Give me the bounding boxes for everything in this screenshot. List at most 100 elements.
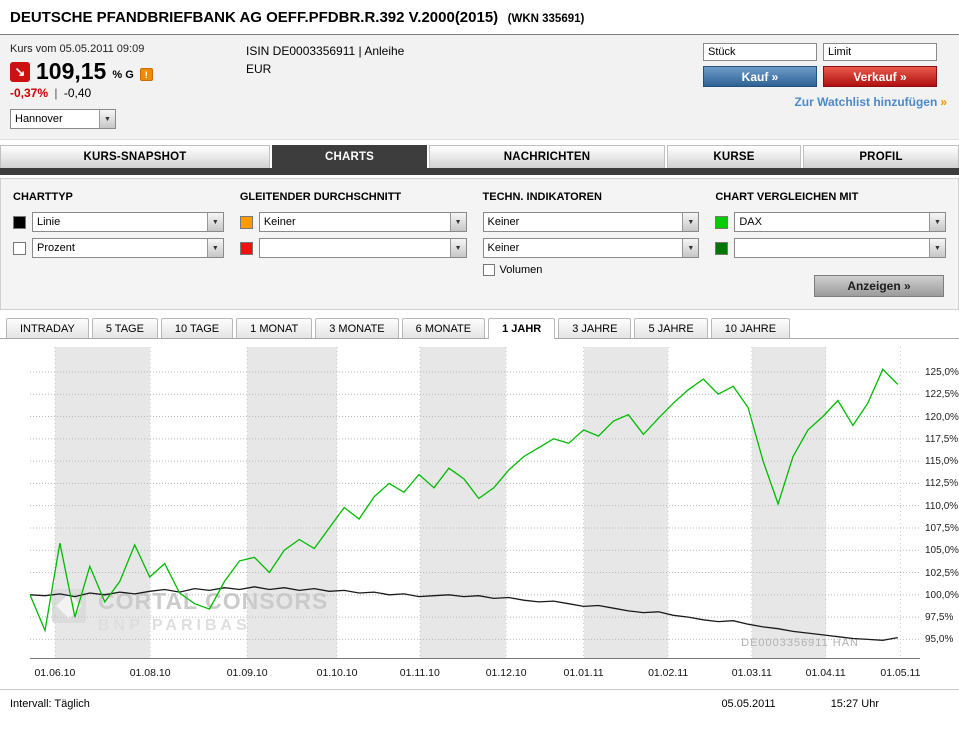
quote-timestamp: Kurs vom 05.05.2011 09:09 — [10, 43, 228, 55]
period-tab-5-tage[interactable]: 5 TAGE — [92, 318, 158, 338]
section-title-charttyp: CHARTTYP — [13, 191, 224, 203]
chevron-down-icon: ▼ — [207, 213, 223, 231]
isin-line: ISIN DE0003356911 | Anleihe — [246, 44, 404, 58]
tab-charts[interactable]: CHARTS — [272, 145, 427, 168]
page-title: DEUTSCHE PFANDBRIEFBANK AG OEFF.PFDBR.R.… — [10, 9, 498, 26]
active-tab-underline — [0, 168, 959, 175]
watchlist-row: Zur Watchlist hinzufügen» — [703, 95, 947, 109]
chevron-down-icon: ▼ — [682, 239, 698, 257]
y-axis-label: 107,5% — [925, 523, 959, 534]
chart-controls-panel: CHARTTYP Linie ▼ Prozent ▼ GLEITENDER DU… — [0, 178, 959, 310]
interval-label: Intervall: Täglich — [10, 698, 90, 710]
main-tab-bar: KURS-SNAPSHOT CHARTS NACHRICHTEN KURSE P… — [0, 145, 959, 168]
color-swatch-black — [13, 216, 26, 229]
y-axis-label: 125,0% — [925, 367, 959, 378]
quote-mid: ISIN DE0003356911 | Anleihe EUR — [246, 43, 404, 129]
price-unit: % G — [112, 69, 133, 83]
price-value: 109,15 — [36, 60, 106, 83]
indikatoren-select-2[interactable]: Keiner ▼ — [483, 238, 700, 258]
page-header: DEUTSCHE PFANDBRIEFBANK AG OEFF.PFDBR.R.… — [0, 0, 959, 35]
tab-kurs-snapshot[interactable]: KURS-SNAPSHOT — [0, 145, 270, 168]
charttyp-select-1[interactable]: Linie ▼ — [32, 212, 224, 232]
color-swatch-orange — [240, 216, 253, 229]
charttyp-row-1: Linie ▼ — [13, 212, 224, 232]
y-axis-label: 100,0% — [925, 590, 959, 601]
section-title-indikatoren: TECHN. INDIKATOREN — [483, 191, 700, 203]
indikatoren-select-2-value: Keiner — [484, 242, 683, 254]
volumen-row: Volumen — [483, 264, 700, 276]
x-axis-label: 01.12.10 — [486, 667, 527, 679]
chevron-down-icon: ▼ — [450, 213, 466, 231]
footer-time: 15:27 Uhr — [831, 698, 879, 710]
color-swatch-darkgreen — [715, 242, 728, 255]
x-axis-label: 01.09.10 — [227, 667, 268, 679]
gleitender-select-2[interactable]: ▼ — [259, 238, 467, 258]
price-row: ↘ 109,15 % G ! — [10, 60, 228, 83]
section-title-vergleich: CHART VERGLEICHEN MIT — [715, 191, 946, 203]
period-tab-10-tage[interactable]: 10 TAGE — [161, 318, 233, 338]
tab-nachrichten[interactable]: NACHRICHTEN — [429, 145, 665, 168]
currency-label: EUR — [246, 62, 404, 76]
vergleich-select-2[interactable]: ▼ — [734, 238, 946, 258]
x-axis-label: 01.04.11 — [806, 667, 846, 679]
indikatoren-select-1[interactable]: Keiner ▼ — [483, 212, 700, 232]
charttyp-select-2[interactable]: Prozent ▼ — [32, 238, 224, 258]
vergleich-select-1-value: DAX — [735, 216, 929, 228]
page-title-wkn: (WKN 335691) — [508, 13, 585, 25]
period-tab-3-monate[interactable]: 3 MONATE — [315, 318, 398, 338]
volumen-checkbox[interactable] — [483, 264, 495, 276]
gleitender-column: GLEITENDER DURCHSCHNITT Keiner ▼ ▼ — [240, 191, 467, 295]
chevron-down-icon: ▼ — [99, 110, 115, 128]
x-axis-label: 01.03.11 — [732, 667, 772, 679]
color-swatch-green — [715, 216, 728, 229]
period-tab-1-jahr[interactable]: 1 JAHR — [488, 318, 555, 339]
anzeigen-button[interactable]: Anzeigen » — [814, 275, 944, 297]
trade-buttons-row: Kauf » Verkauf » — [703, 66, 947, 87]
stueck-input[interactable] — [703, 43, 817, 61]
section-title-gleitender: GLEITENDER DURCHSCHNITT — [240, 191, 467, 203]
period-tab-5-jahre[interactable]: 5 JAHRE — [634, 318, 707, 338]
indikatoren-select-1-value: Keiner — [484, 216, 683, 228]
limit-input[interactable] — [823, 43, 937, 61]
x-axis-label: 01.01.11 — [564, 667, 604, 679]
footer-date: 05.05.2011 — [721, 698, 775, 710]
indikatoren-row-1: Keiner ▼ — [483, 212, 700, 232]
period-tab-3-jahre[interactable]: 3 JAHRE — [558, 318, 631, 338]
tab-kurse[interactable]: KURSE — [667, 145, 801, 168]
period-tab-1-monat[interactable]: 1 MONAT — [236, 318, 312, 338]
y-axis-label: 112,5% — [925, 478, 958, 489]
y-axis-label: 95,0% — [925, 634, 953, 645]
chart-lines-svg — [30, 347, 920, 659]
change-percent: -0,37% — [10, 86, 48, 100]
chart-footer: Intervall: Täglich 05.05.2011 15:27 Uhr — [0, 689, 959, 726]
period-tab-6-monate[interactable]: 6 MONATE — [402, 318, 485, 338]
x-axis-label: 01.11.10 — [400, 667, 440, 679]
trade-box: Kauf » Verkauf » Zur Watchlist hinzufüge… — [703, 43, 949, 129]
x-axis-label: 01.10.10 — [317, 667, 358, 679]
tab-profil[interactable]: PROFIL — [803, 145, 959, 168]
kauf-button[interactable]: Kauf » — [703, 66, 817, 87]
watchlist-link[interactable]: Zur Watchlist hinzufügen» — [794, 95, 947, 109]
price-chart: CORTAL CONSORS BNP PARIBAS DE0003356911 … — [0, 339, 959, 689]
period-tab-10-jahre[interactable]: 10 JAHRE — [711, 318, 790, 338]
price-alert-icon[interactable]: ! — [140, 68, 153, 81]
period-tab-intraday[interactable]: INTRADAY — [6, 318, 89, 338]
double-chevron-icon: » — [940, 95, 947, 109]
gleitender-select-1[interactable]: Keiner ▼ — [259, 212, 467, 232]
price-down-arrow-icon: ↘ — [10, 62, 30, 82]
verkauf-button[interactable]: Verkauf » — [823, 66, 937, 87]
vergleich-row-2: ▼ — [715, 238, 946, 258]
chevron-down-icon: ▼ — [929, 239, 945, 257]
y-axis-label: 97,5% — [925, 612, 953, 623]
charttyp-column: CHARTTYP Linie ▼ Prozent ▼ — [13, 191, 224, 295]
vergleich-select-1[interactable]: DAX ▼ — [734, 212, 946, 232]
exchange-select[interactable]: Hannover ▼ — [10, 109, 116, 129]
x-axis-label: 01.08.10 — [130, 667, 171, 679]
y-axis-label: 120,0% — [925, 412, 959, 423]
volumen-label: Volumen — [500, 264, 543, 276]
charttyp-select-2-value: Prozent — [33, 242, 207, 254]
watchlist-link-label: Zur Watchlist hinzufügen — [794, 95, 937, 109]
chevron-down-icon: ▼ — [682, 213, 698, 231]
y-axis-label: 117,5% — [925, 434, 958, 445]
color-swatch-red — [240, 242, 253, 255]
